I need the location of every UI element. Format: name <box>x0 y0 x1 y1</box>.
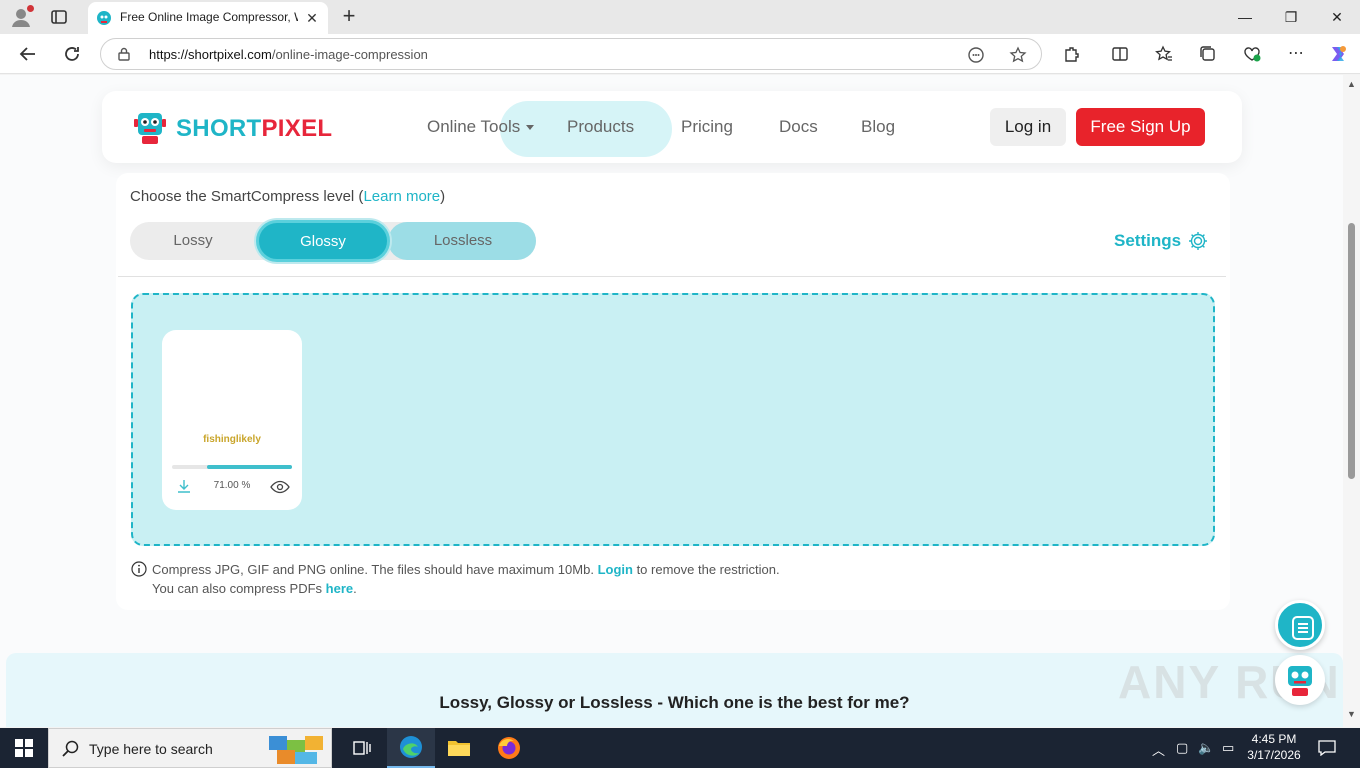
info-line-2: You can also compress PDFs here. <box>152 581 357 596</box>
start-button[interactable] <box>0 728 48 768</box>
lock-icon[interactable] <box>117 47 131 61</box>
browser-essentials-icon[interactable] <box>1240 42 1264 66</box>
nav-blog[interactable]: Blog <box>861 117 895 137</box>
option-glossy[interactable]: Glossy <box>256 220 390 262</box>
more-menu-icon[interactable]: ⋯ <box>1284 42 1308 66</box>
nav-products[interactable]: Products <box>567 117 634 137</box>
clock-date: 3/17/2026 <box>1247 748 1301 762</box>
scroll-up-arrow-icon[interactable]: ▲ <box>1346 79 1357 90</box>
browser-tab-bar: Free Online Image Compressor, W ✕ + — ❐ … <box>0 0 1360 34</box>
clock-time: 4:45 PM <box>1251 732 1297 746</box>
taskbar-firefox[interactable] <box>485 728 533 768</box>
back-button[interactable] <box>16 42 40 66</box>
browser-toolbar: https://shortpixel.com/online-image-comp… <box>0 34 1360 74</box>
checklist-icon <box>1292 616 1314 640</box>
address-bar[interactable]: https://shortpixel.com/online-image-comp… <box>100 38 1042 70</box>
minimize-button[interactable]: — <box>1222 0 1268 34</box>
collections-icon[interactable] <box>1196 42 1220 66</box>
profile-icon[interactable] <box>10 5 34 28</box>
option-lossy[interactable]: Lossy <box>130 222 256 260</box>
taskbar-file-explorer[interactable] <box>435 728 483 768</box>
page-viewport: SHORTPIXEL Online Tools Products Pricing… <box>0 75 1343 727</box>
compressor-card: Choose the SmartCompress level (Learn mo… <box>116 173 1230 610</box>
task-view-icon <box>353 741 371 755</box>
nav-docs[interactable]: Docs <box>779 117 818 137</box>
progress-fill <box>206 465 292 469</box>
reader-icon[interactable] <box>967 46 985 64</box>
meet-now-icon[interactable]: ▢ <box>1176 740 1188 756</box>
taskbar-search-box[interactable]: Type here to search <box>48 728 332 768</box>
info-line-1: Compress JPG, GIF and PNG online. The fi… <box>152 562 780 577</box>
task-view-button[interactable] <box>338 728 386 768</box>
login-button[interactable]: Log in <box>990 108 1066 146</box>
extensions-icon[interactable] <box>1060 42 1084 66</box>
search-placeholder: Type here to search <box>89 741 213 757</box>
show-hidden-icons[interactable]: ︿ <box>1152 740 1165 759</box>
info-icon <box>131 561 147 577</box>
dropdown-caret-icon <box>526 125 535 131</box>
notification-dot <box>27 5 34 12</box>
compress-level-label: Choose the SmartCompress level (Learn mo… <box>130 188 446 205</box>
edge-icon <box>400 736 422 758</box>
favorites-icon[interactable] <box>1152 42 1176 66</box>
robot-logo-icon <box>132 109 168 145</box>
shortpixel-favicon-icon <box>96 10 112 26</box>
tab-title: Free Online Image Compressor, W <box>120 10 298 24</box>
pdf-here-link[interactable]: here <box>326 581 353 596</box>
free-signup-button[interactable]: Free Sign Up <box>1076 108 1205 146</box>
folder-icon <box>448 741 470 756</box>
windows-taskbar: Type here to search ︿ ▢ 🔈 ▭ 4:45 PM 3/17… <box>0 728 1360 768</box>
chat-bot-button[interactable] <box>1275 655 1325 705</box>
file-dropzone[interactable]: fishinglikely 71.00 % <box>131 293 1215 546</box>
logo-wordmark: SHORTPIXEL <box>176 115 333 142</box>
compression-level-toggle: Lossy Lossless Glossy <box>130 220 536 262</box>
restore-button[interactable]: ❐ <box>1268 0 1314 34</box>
site-header: SHORTPIXEL Online Tools Products Pricing… <box>102 91 1242 163</box>
volume-icon[interactable]: 🔈 <box>1198 740 1214 756</box>
refresh-button[interactable] <box>60 42 84 66</box>
option-lossless[interactable]: Lossless <box>390 222 536 260</box>
split-screen-icon[interactable] <box>1108 42 1132 66</box>
firefox-icon <box>498 737 520 759</box>
settings-link[interactable]: Settings <box>1114 231 1207 251</box>
close-window-button[interactable]: ✕ <box>1314 0 1360 34</box>
network-icon[interactable]: ▭ <box>1222 740 1234 756</box>
taskbar-edge[interactable] <box>387 728 435 768</box>
url-text: https://shortpixel.com/online-image-comp… <box>149 47 428 62</box>
shortpixel-logo[interactable]: SHORTPIXEL <box>132 107 332 147</box>
nav-pricing[interactable]: Pricing <box>681 117 733 137</box>
notifications-icon[interactable] <box>1318 740 1336 759</box>
checklist-float-button[interactable] <box>1275 600 1325 650</box>
nav-online-tools[interactable]: Online Tools <box>427 117 535 137</box>
tab-close-icon[interactable]: ✕ <box>304 10 320 26</box>
search-highlight-puzzle-icon <box>267 732 329 766</box>
new-tab-button[interactable]: + <box>338 5 360 28</box>
learn-more-link[interactable]: Learn more <box>363 188 440 205</box>
tab-active[interactable]: Free Online Image Compressor, W ✕ <box>88 2 328 34</box>
scrollbar-thumb[interactable] <box>1348 223 1355 479</box>
taskbar-clock[interactable]: 4:45 PM 3/17/2026 <box>1246 731 1302 763</box>
favorite-star-icon[interactable] <box>1009 46 1027 64</box>
file-thumbnail-card: fishinglikely 71.00 % <box>162 330 302 510</box>
preview-eye-icon[interactable] <box>270 480 290 494</box>
page-scrollbar[interactable]: ▲ ▼ <box>1343 75 1360 727</box>
divider <box>118 276 1226 277</box>
tab-actions-icon[interactable] <box>50 8 68 26</box>
compression-progress-bar <box>172 465 292 469</box>
windows-logo-icon <box>15 739 33 757</box>
login-link[interactable]: Login <box>598 562 633 577</box>
robot-chat-icon <box>1288 666 1312 696</box>
gear-icon <box>1187 230 1209 252</box>
file-name: fishinglikely <box>203 434 261 445</box>
copilot-icon[interactable] <box>1326 42 1350 66</box>
search-icon <box>61 739 81 759</box>
scroll-down-arrow-icon[interactable]: ▼ <box>1346 709 1357 720</box>
